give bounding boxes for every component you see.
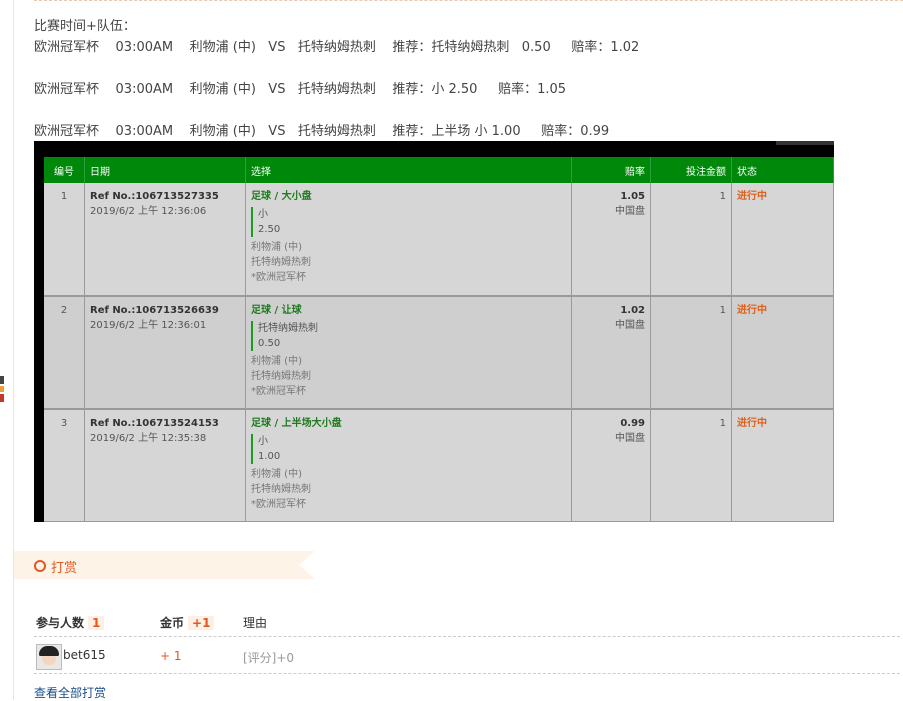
ref-number: Ref No.:106713526639 xyxy=(90,305,219,316)
post-line: 欧洲冠军杯 03:00AM 利物浦 (中) VS 托特纳姆热刺 推荐：上半场 小… xyxy=(34,124,610,139)
bet-datetime: 2019/6/2 上午 12:36:01 xyxy=(90,320,207,331)
reward-header-row: 参与人数 1 金币 +1 理由 xyxy=(34,612,900,637)
league: *欧洲冠军杯 xyxy=(251,386,306,397)
row-no: 3 xyxy=(44,409,85,522)
bet-type: 足球 / 让球 xyxy=(251,305,302,316)
bet-pick: 小 xyxy=(258,209,268,220)
bet-type: 足球 / 上半场大小盘 xyxy=(251,418,342,429)
bet-amount: 1 xyxy=(650,183,732,297)
col-date: 日期 xyxy=(84,157,246,183)
col-amount: 投注金额 xyxy=(650,157,732,183)
bet-datetime: 2019/6/2 上午 12:35:38 xyxy=(90,433,207,444)
bet-table: 编号 日期 选择 赔率 投注金额 状态 1 Ref No.:1067135273… xyxy=(44,157,834,522)
post-line: 欧洲冠军杯 03:00AM 利物浦 (中) VS 托特纳姆热刺 推荐：小 2.5… xyxy=(34,82,567,97)
participants-label: 参与人数 xyxy=(36,616,85,630)
reward-title: 打赏 xyxy=(51,561,78,576)
reward-entry: bet615 + 1 [评分]+0 xyxy=(34,643,900,674)
bet-amount: 1 xyxy=(650,296,732,410)
bet-pick: 小 xyxy=(258,436,268,447)
table-row: 3 Ref No.:106713524153 2019/6/2 上午 12:35:… xyxy=(44,409,834,522)
participants-count: 1 xyxy=(88,616,105,630)
row-no: 2 xyxy=(44,296,85,410)
col-no: 编号 xyxy=(44,157,85,183)
table-row: 2 Ref No.:106713526639 2019/6/2 上午 12:36:… xyxy=(44,296,834,410)
sidebar-border xyxy=(13,0,14,700)
reward-section-header: 打赏 xyxy=(14,551,315,579)
bet-line: 1.00 xyxy=(258,451,281,462)
coins-label: 金币 xyxy=(160,616,185,630)
odds-type: 中国盘 xyxy=(615,206,645,217)
bet-line: 2.50 xyxy=(258,224,281,235)
ref-number: Ref No.:106713524153 xyxy=(90,418,219,429)
reward-coins: + 1 xyxy=(160,649,182,663)
side-avatar-strip xyxy=(0,372,4,406)
bet-screenshot: 编号 日期 选择 赔率 投注金额 状态 1 Ref No.:1067135273… xyxy=(34,141,834,522)
odds-value: 1.02 xyxy=(620,305,645,316)
post-content: 比赛时间+队伍： 欧洲冠军杯 03:00AM 利物浦 (中) VS 托特纳姆热刺… xyxy=(34,16,639,142)
view-all-rewards-link[interactable]: 查看全部打赏 xyxy=(34,684,106,701)
ref-number: Ref No.:106713527335 xyxy=(90,191,219,202)
odds-type: 中国盘 xyxy=(615,320,645,331)
home-team: 利物浦 (中) xyxy=(251,356,302,367)
away-team: 托特纳姆热刺 xyxy=(251,484,311,495)
league: *欧洲冠军杯 xyxy=(251,499,306,510)
bet-pick: 托特纳姆热刺 xyxy=(258,323,318,334)
away-team: 托特纳姆热刺 xyxy=(251,371,311,382)
col-selection: 选择 xyxy=(245,157,572,183)
status-badge: 进行中 xyxy=(731,409,834,522)
post-heading: 比赛时间+队伍： xyxy=(34,19,136,34)
coins-total: +1 xyxy=(188,616,215,630)
away-team: 托特纳姆热刺 xyxy=(251,257,311,268)
col-odds: 赔率 xyxy=(571,157,651,183)
status-badge: 进行中 xyxy=(731,296,834,410)
odds-type: 中国盘 xyxy=(615,433,645,444)
bet-datetime: 2019/6/2 上午 12:36:06 xyxy=(90,206,207,217)
top-divider xyxy=(34,0,903,1)
post-line: 欧洲冠军杯 03:00AM 利物浦 (中) VS 托特纳姆热刺 推荐：托特纳姆热… xyxy=(34,40,640,55)
reward-user-link[interactable]: bet615 xyxy=(63,648,106,662)
bet-amount: 1 xyxy=(650,409,732,522)
odds-value: 0.99 xyxy=(620,418,645,429)
home-team: 利物浦 (中) xyxy=(251,469,302,480)
home-team: 利物浦 (中) xyxy=(251,242,302,253)
circle-icon xyxy=(34,560,46,572)
bet-line: 0.50 xyxy=(258,338,281,349)
odds-value: 1.05 xyxy=(620,191,645,202)
reward-reason: [评分]+0 xyxy=(243,651,295,665)
table-row: 1 Ref No.:106713527335 2019/6/2 上午 12:36:… xyxy=(44,183,834,297)
col-status: 状态 xyxy=(731,157,834,183)
bet-type: 足球 / 大小盘 xyxy=(251,191,312,202)
avatar[interactable] xyxy=(36,644,62,670)
status-badge: 进行中 xyxy=(731,183,834,297)
row-no: 1 xyxy=(44,183,85,297)
league: *欧洲冠军杯 xyxy=(251,272,306,283)
reason-label: 理由 xyxy=(243,616,268,630)
